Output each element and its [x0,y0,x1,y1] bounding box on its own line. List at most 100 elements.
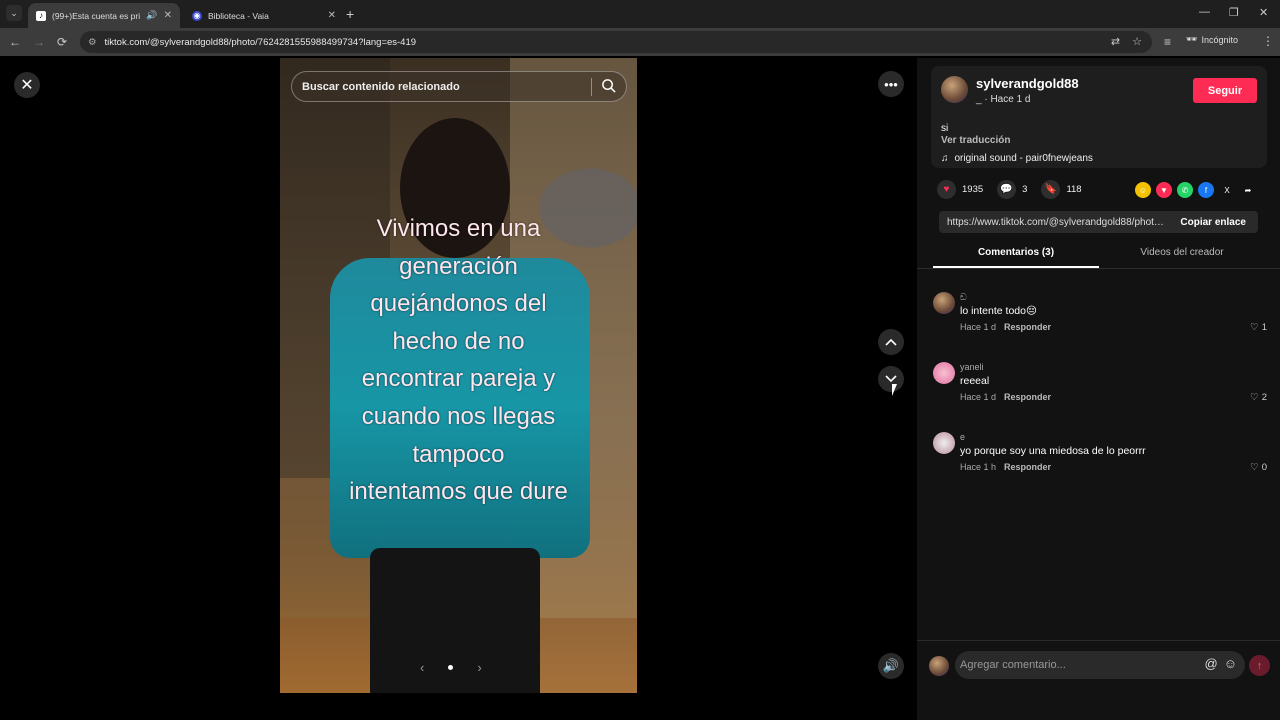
heart-outline-icon: ♡ [1250,322,1259,333]
sound-link[interactable]: ♫ original sound - pair0fnewjeans [941,153,1093,164]
share-arrow-icon[interactable]: ➦ [1240,182,1256,198]
post-description: si [941,123,949,134]
save-button[interactable]: 🔖 118 [1041,180,1082,199]
close-tab-icon[interactable]: ✕ [328,10,336,21]
post-subtitle: _ · Hace 1 d [976,94,1031,105]
volume-button[interactable]: 🔊 [878,653,904,679]
like-count: 1935 [962,184,984,195]
photo-viewer: ✕ Vivimos en una generación quejándonos … [0,58,917,720]
tab-creator-videos[interactable]: Videos del creador [1099,244,1265,268]
follow-button[interactable]: Seguir [1193,78,1257,103]
search-icon[interactable] [601,78,616,93]
facebook-icon[interactable]: f [1198,182,1214,198]
carousel-prev-icon[interactable]: ‹ [420,660,424,675]
comment-text: reeeal [960,375,990,387]
comment-time: Hace 1 d [960,392,997,402]
previous-post-button[interactable] [878,329,904,355]
browser-tab-vaia[interactable]: ◉ Biblioteca - Vaia ✕ [184,3,344,28]
send-to-friend-icon[interactable]: ▼ [1156,182,1172,198]
tab-search-button[interactable]: ⌄ [6,5,22,21]
close-window-button[interactable]: ✕ [1259,6,1268,19]
comment-item: yaneli reeeal Hace 1 d Responder ♡ 2 [933,362,1269,422]
url-text: tiktok.com/@sylverandgold88/photo/762428… [104,36,417,48]
comment-button[interactable]: 💬 3 [997,180,1027,199]
emoji-share-icon[interactable]: ☺ [1135,182,1151,198]
back-arrow-icon[interactable]: ← [9,35,21,49]
comment-meta: Hace 1 d Responder [960,322,1051,332]
site-info-icon[interactable]: ⚙ [88,37,97,48]
related-search-input[interactable]: Buscar contenido relacionado [291,71,627,102]
bookmark-star-icon[interactable]: ☆ [1132,35,1142,48]
browser-menu-icon[interactable]: ⋮ [1262,34,1274,48]
translate-icon[interactable]: ⇄ [1111,35,1120,48]
commenter-name[interactable]: ඞ [960,292,967,303]
comment-like-button[interactable]: ♡ 2 [1250,392,1267,403]
search-placeholder: Buscar contenido relacionado [302,80,460,93]
post-info-card: sylverandgold88 _ · Hace 1 d Seguir si V… [931,66,1267,168]
minimize-button[interactable]: — [1199,6,1210,18]
media-control-icon[interactable]: ≡ [1164,35,1171,49]
comment-meta: Hace 1 h Responder [960,462,1051,472]
author-username[interactable]: sylverandgold88 [976,76,1079,91]
mention-icon[interactable]: @ [1205,656,1218,671]
mouse-cursor-icon [892,384,902,396]
carousel-dot[interactable] [448,665,454,670]
new-tab-button[interactable]: + [346,6,354,22]
x-twitter-icon[interactable]: X [1219,182,1235,198]
comment-time: Hace 1 h [960,462,997,472]
restore-button[interactable]: ❐ [1229,6,1239,19]
speaker-icon[interactable]: 🔊 [146,10,157,21]
post-side-panel: sylverandgold88 _ · Hace 1 d Seguir si V… [917,58,1280,720]
reload-icon[interactable]: ⟳ [57,35,67,49]
comment-item: ඞ lo intente todo😔 Hace 1 d Responder ♡ … [933,292,1269,352]
heart-icon: ♥ [937,180,956,199]
carousel-nav: ‹ › [420,660,482,675]
send-comment-button[interactable]: ↑ [1249,655,1270,676]
commenter-avatar[interactable] [933,292,955,314]
incognito-icon: 🕶 [1186,34,1198,44]
reply-button[interactable]: Responder [1004,322,1051,332]
browser-tab-strip: ⌄ ♪ (99+)Esta cuenta es privada 🔊 ✕ ◉ Bi… [0,0,1280,28]
url-field[interactable]: ⚙ tiktok.com/@sylverandgold88/photo/7624… [80,31,1152,53]
post-photo[interactable]: Vivimos en una generación quejándonos de… [280,58,637,693]
comment-input[interactable]: Agregar comentario... @ ☺ [955,651,1245,679]
comment-text: lo intente todo😔 [960,305,1037,317]
comments-tabs: Comentarios (3) Videos del creador [933,244,1265,268]
more-options-button[interactable]: ••• [878,71,904,97]
comment-like-count: 2 [1261,392,1267,403]
post-link[interactable]: https://www.tiktok.com/@sylverandgold88/… [939,217,1168,228]
comment-like-count: 0 [1261,462,1267,473]
commenter-name[interactable]: e [960,432,965,442]
share-icons: ☺ ▼ ✆ f X ➦ [1135,182,1256,198]
comment-meta: Hace 1 d Responder [960,392,1051,402]
close-tab-icon[interactable]: ✕ [164,10,172,21]
chevron-down-icon [885,375,897,383]
music-note-icon: ♫ [941,153,949,164]
like-button[interactable]: ♥ 1935 [937,180,983,199]
whatsapp-icon[interactable]: ✆ [1177,182,1193,198]
comment-input-placeholder: Agregar comentario... [960,659,1066,671]
see-translation-link[interactable]: Ver traducción [941,135,1010,146]
commenter-avatar[interactable] [933,432,955,454]
composer-divider [917,640,1280,641]
incognito-indicator[interactable]: 🕶 Incógnito [1186,34,1238,45]
comment-like-button[interactable]: ♡ 1 [1250,322,1267,333]
reply-button[interactable]: Responder [1004,462,1051,472]
forward-arrow-icon[interactable]: → [33,35,45,49]
reply-button[interactable]: Responder [1004,392,1051,402]
author-avatar[interactable] [941,76,968,103]
emoji-icon[interactable]: ☺ [1224,656,1237,671]
copy-link-button[interactable]: Copiar enlace [1168,217,1258,228]
address-bar-row: ← → ⟳ ⚙ tiktok.com/@sylverandgold88/phot… [0,28,1280,56]
tiktok-favicon-icon: ♪ [36,10,46,21]
comment-text: yo porque soy una miedosa de lo peorrr [960,445,1146,457]
commenter-avatar[interactable] [933,362,955,384]
chevron-up-icon [885,338,897,346]
heart-outline-icon: ♡ [1250,392,1259,403]
tab-comments[interactable]: Comentarios (3) [933,244,1099,268]
carousel-next-icon[interactable]: › [477,660,481,675]
comment-like-button[interactable]: ♡ 0 [1250,462,1267,473]
commenter-name[interactable]: yaneli [960,362,984,372]
close-viewer-button[interactable]: ✕ [14,72,40,98]
browser-tab-tiktok[interactable]: ♪ (99+)Esta cuenta es privada 🔊 ✕ [28,3,180,28]
